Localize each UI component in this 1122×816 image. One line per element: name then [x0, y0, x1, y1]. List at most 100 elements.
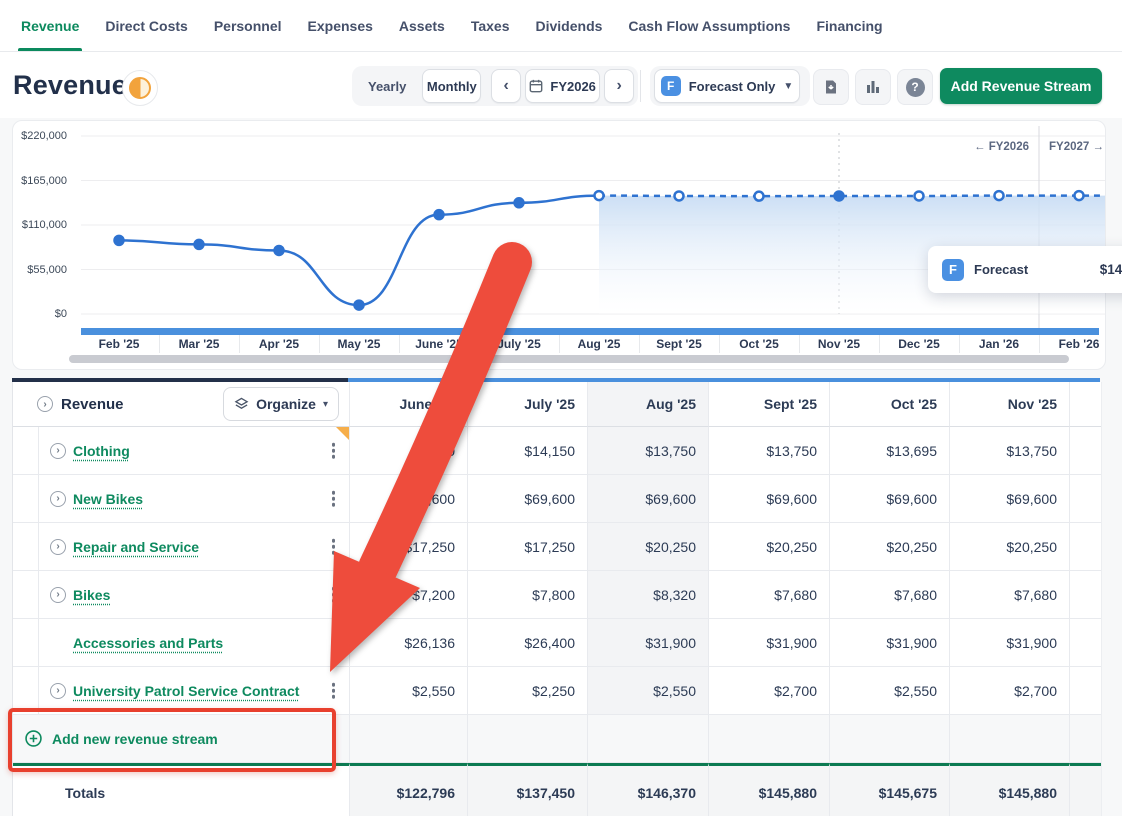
table-cell[interactable]: $7,680 [949, 571, 1069, 619]
totals-cell: $146,370 [587, 763, 708, 816]
expand-row-icon[interactable]: › [50, 683, 66, 699]
table-cell[interactable]: $2,700 [949, 667, 1069, 715]
table-cell[interactable]: $7,680 [829, 571, 949, 619]
table-cell[interactable]: $26,400 [467, 619, 587, 667]
nav-tab-cash-flow-assumptions[interactable]: Cash Flow Assumptions [615, 0, 803, 51]
stream-link-bikes[interactable]: Bikes [73, 587, 110, 603]
stream-link-new-bikes[interactable]: New Bikes [73, 491, 143, 507]
x-axis-tick [319, 335, 320, 353]
next-period-button[interactable]: › [604, 69, 634, 103]
table-cell[interactable]: $13,695 [829, 427, 949, 475]
table-cell[interactable]: $20,250 [949, 523, 1069, 571]
table-cell[interactable]: $20,250 [708, 523, 829, 571]
data-point-may-25[interactable] [355, 301, 364, 310]
table-cell[interactable]: $7,200 [349, 571, 467, 619]
table-cell[interactable]: $26,136 [349, 619, 467, 667]
help-button[interactable]: ? [897, 69, 933, 105]
table-cell-empty [949, 715, 1069, 763]
table-cell[interactable]: $2,550 [587, 667, 708, 715]
table-cell-spacer [1069, 523, 1101, 571]
chart-scrollbar[interactable] [69, 355, 1069, 363]
table-cell[interactable]: $13,750 [708, 427, 829, 475]
data-point-june-25[interactable] [435, 210, 444, 219]
nav-tab-direct-costs[interactable]: Direct Costs [92, 0, 200, 51]
table-cell[interactable]: $17,250 [349, 523, 467, 571]
table-cell[interactable]: $69,600 [349, 475, 467, 523]
nav-tab-revenue[interactable]: Revenue [8, 0, 92, 51]
add-revenue-stream-row[interactable]: Add new revenue stream [13, 715, 1101, 763]
table-cell[interactable]: $31,900 [708, 619, 829, 667]
data-point-sept-25[interactable] [675, 191, 684, 200]
data-point-dec-25[interactable] [915, 191, 924, 200]
table-cell[interactable]: $13,750 [949, 427, 1069, 475]
table-cell[interactable]: $14,150 [467, 427, 587, 475]
expand-all-icon[interactable]: › [37, 396, 53, 412]
row-menu-icon[interactable] [330, 438, 338, 463]
table-cell[interactable]: $60 [349, 427, 467, 475]
expand-row-icon[interactable]: › [50, 443, 66, 459]
nav-tab-financing[interactable]: Financing [803, 0, 895, 51]
add-stream-label[interactable]: Add new revenue stream [52, 731, 218, 747]
x-axis-tick [1039, 335, 1040, 353]
table-cell[interactable]: $2,550 [349, 667, 467, 715]
expand-row-icon[interactable]: › [50, 539, 66, 555]
nav-tab-expenses[interactable]: Expenses [295, 0, 386, 51]
yearly-toggle[interactable]: Yearly [356, 70, 418, 102]
row-menu-icon[interactable] [330, 582, 338, 607]
data-point-apr-25[interactable] [275, 246, 284, 255]
table-cell[interactable]: $2,250 [467, 667, 587, 715]
table-cell[interactable]: $69,600 [708, 475, 829, 523]
prev-period-button[interactable]: ‹ [491, 69, 521, 103]
table-cell[interactable]: $69,600 [829, 475, 949, 523]
data-point-feb-25[interactable] [115, 236, 124, 245]
table-cell-spacer [1069, 619, 1101, 667]
table-cell[interactable]: $7,680 [708, 571, 829, 619]
table-header-row: ›RevenueOrganize▾June '25July '25Aug '25… [13, 382, 1101, 427]
monthly-toggle[interactable]: Monthly [422, 69, 481, 103]
row-menu-icon[interactable] [330, 534, 338, 559]
nav-tab-taxes[interactable]: Taxes [458, 0, 523, 51]
add-revenue-stream-button[interactable]: Add Revenue Stream [940, 68, 1102, 104]
nav-tab-personnel[interactable]: Personnel [201, 0, 295, 51]
table-cell[interactable]: $20,250 [829, 523, 949, 571]
table-cell[interactable]: $31,900 [829, 619, 949, 667]
row-menu-icon[interactable] [330, 486, 338, 511]
data-point-oct-25[interactable] [755, 192, 764, 201]
row-menu-icon[interactable] [330, 678, 338, 703]
table-cell[interactable]: $31,900 [949, 619, 1069, 667]
table-cell[interactable]: $7,800 [467, 571, 587, 619]
chart-view-button[interactable] [855, 69, 891, 105]
stream-link-repair-and-service[interactable]: Repair and Service [73, 539, 199, 555]
table-cell[interactable]: $69,600 [467, 475, 587, 523]
expand-row-icon[interactable]: › [50, 491, 66, 507]
table-cell[interactable]: $69,600 [949, 475, 1069, 523]
table-cell[interactable]: $13,750 [587, 427, 708, 475]
forecast-f-icon: F [942, 259, 964, 281]
nav-tab-dividends[interactable]: Dividends [523, 0, 616, 51]
export-button[interactable] [813, 69, 849, 105]
table-cell[interactable]: $2,700 [708, 667, 829, 715]
stream-link-accessories-and-parts[interactable]: Accessories and Parts [73, 635, 223, 651]
forecast-filter-dropdown[interactable]: F Forecast Only ▼ [654, 69, 800, 103]
table-cell[interactable]: $69,600 [587, 475, 708, 523]
data-point-mar-25[interactable] [195, 240, 204, 249]
table-cell[interactable]: $8,320 [587, 571, 708, 619]
table-cell[interactable]: $20,250 [587, 523, 708, 571]
stream-link-university-patrol-service-contract[interactable]: University Patrol Service Contract [73, 683, 299, 699]
table-cell[interactable]: $17,250 [467, 523, 587, 571]
toolbar-divider [640, 70, 641, 102]
data-point-jan-26[interactable] [995, 191, 1004, 200]
table-cell[interactable]: $31,900 [587, 619, 708, 667]
table-cell[interactable]: $2,550 [829, 667, 949, 715]
data-point-feb-26[interactable] [1075, 191, 1084, 200]
stream-link-clothing[interactable]: Clothing [73, 443, 130, 459]
data-point-aug-25[interactable] [595, 191, 604, 200]
data-point-july-25[interactable] [515, 198, 524, 207]
fiscal-year-button[interactable]: FY2026 [525, 69, 601, 103]
data-point-nov-25[interactable] [835, 191, 844, 200]
timeline-bar[interactable] [81, 328, 1099, 335]
nav-tab-assets[interactable]: Assets [386, 0, 458, 51]
add-stream-cell[interactable]: Add new revenue stream [13, 715, 349, 763]
expand-row-icon[interactable]: › [50, 587, 66, 603]
organize-button[interactable]: Organize▾ [223, 387, 339, 421]
